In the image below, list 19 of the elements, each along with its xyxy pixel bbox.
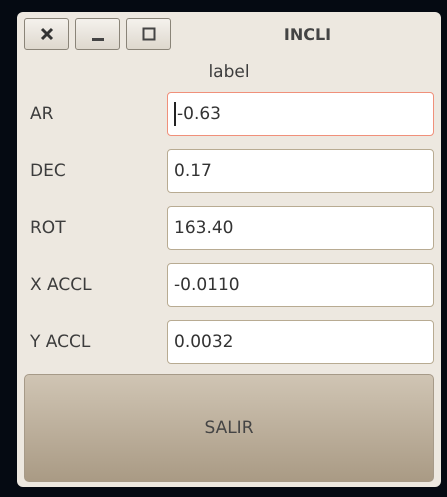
input-field[interactable]: -0.63 bbox=[167, 92, 434, 136]
maximize-icon bbox=[142, 27, 156, 41]
close-icon bbox=[40, 27, 54, 41]
input-field[interactable]: -0.0110 bbox=[167, 263, 434, 307]
field-label: X ACCL bbox=[29, 275, 93, 295]
input-field[interactable]: 0.0032 bbox=[167, 320, 434, 364]
maximize-button[interactable] bbox=[126, 18, 171, 50]
field-label: DEC bbox=[29, 161, 67, 181]
input-field[interactable]: 0.17 bbox=[167, 149, 434, 193]
minimize-icon bbox=[92, 38, 104, 40]
field-label: AR bbox=[29, 104, 54, 124]
header-label: label bbox=[208, 62, 250, 82]
field-label: Y ACCL bbox=[29, 332, 92, 352]
field-label: ROT bbox=[29, 218, 67, 238]
minimize-button[interactable] bbox=[75, 18, 120, 50]
exit-button[interactable]: SALIR bbox=[24, 374, 434, 482]
close-button[interactable] bbox=[24, 18, 69, 50]
input-field[interactable]: 163.40 bbox=[167, 206, 434, 250]
window-title: INCLI bbox=[282, 24, 332, 44]
